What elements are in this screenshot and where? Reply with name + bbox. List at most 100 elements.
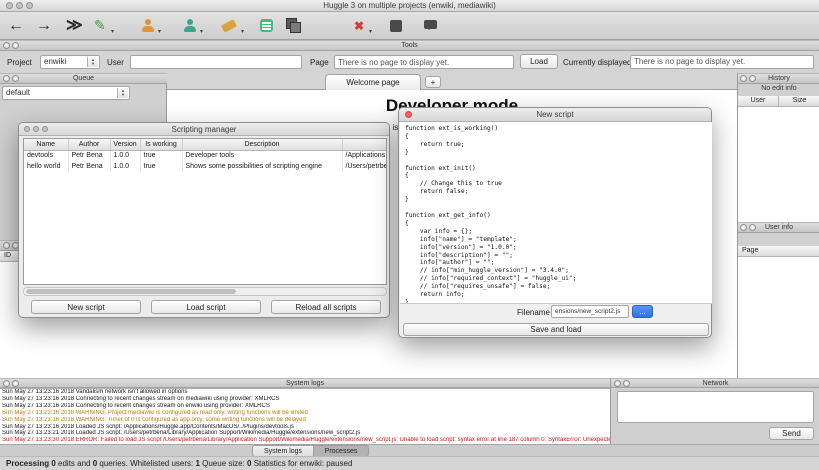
status-bar: Processing 0 edits and 0 queries. Whitel… xyxy=(0,456,819,470)
main-toolbar: ← → ≫ ✎ ▾ ▾ ▾ ▾ ✖ ▾ xyxy=(0,12,819,40)
table-row[interactable]: hello world Petr Bena 1.0.0 true Shows s… xyxy=(24,161,386,172)
close-window-icon[interactable] xyxy=(6,2,13,9)
user-info-panel-header: User info xyxy=(738,222,819,233)
column-header-path[interactable] xyxy=(342,139,386,151)
stepper-icon: ▲ ▼ xyxy=(87,57,98,67)
browse-file-button[interactable]: ... xyxy=(632,305,653,318)
welcome-dropdown-icon[interactable]: ▾ xyxy=(200,29,203,35)
network-header: Network xyxy=(611,378,819,388)
scripting-manager-titlebar[interactable]: Scripting manager xyxy=(19,123,389,136)
reload-all-scripts-button[interactable]: Reload all scripts xyxy=(271,300,381,314)
user-input[interactable] xyxy=(130,55,302,69)
queue-select[interactable]: default ▲ ▼ xyxy=(2,86,130,100)
user-info-page-column[interactable]: Page xyxy=(738,246,819,257)
history-user-column[interactable]: User xyxy=(738,96,779,107)
scrollbar-thumb[interactable] xyxy=(26,289,236,294)
log-entry: Sun May 27 13:23:16 2018 Vandalism netwo… xyxy=(2,389,188,395)
scripts-table[interactable]: Name Author Version Is working Descripti… xyxy=(23,138,387,285)
log-view[interactable]: Sun May 27 13:23:16 2018 Vandalism netwo… xyxy=(0,388,610,444)
forward-button[interactable]: → xyxy=(36,12,52,40)
new-tab-button[interactable]: + xyxy=(425,76,441,88)
minimize-window-icon[interactable] xyxy=(33,126,39,132)
load-button[interactable]: Load xyxy=(520,54,558,69)
skip-button[interactable]: ≫ xyxy=(66,12,83,40)
column-header-name[interactable]: Name xyxy=(24,139,69,151)
filename-label: Filename xyxy=(517,308,550,317)
huggle-window: Huggle 3 on multiple projects (enwiki, m… xyxy=(0,0,819,470)
minimize-window-icon[interactable] xyxy=(16,2,23,9)
project-select[interactable]: enwiki ▲ ▼ xyxy=(40,55,100,69)
float-panel-icon[interactable] xyxy=(12,75,19,82)
user-info-list[interactable] xyxy=(738,257,819,378)
cell-path: /Applications xyxy=(342,150,386,161)
delete-button[interactable]: ✖ xyxy=(354,12,364,40)
column-header-author[interactable]: Author xyxy=(68,139,111,151)
report-user-button[interactable] xyxy=(142,19,154,34)
report-dropdown-icon[interactable]: ▾ xyxy=(158,29,161,35)
cell-name: hello world xyxy=(24,161,69,172)
float-panel-icon[interactable] xyxy=(12,380,19,387)
column-header-description[interactable]: Description xyxy=(182,139,343,151)
network-panel: Network Send xyxy=(610,378,819,444)
close-panel-icon[interactable] xyxy=(3,380,10,387)
close-window-icon[interactable] xyxy=(405,111,412,118)
network-output[interactable] xyxy=(617,391,814,423)
duplicate-button[interactable] xyxy=(286,18,301,34)
scripting-manager-window[interactable]: Scripting manager Name Author Version Is… xyxy=(18,122,390,318)
column-header-is-working[interactable]: Is working xyxy=(140,139,183,151)
rollback-button[interactable] xyxy=(220,19,238,33)
close-panel-icon[interactable] xyxy=(3,75,10,82)
save-and-load-button[interactable]: Save and load xyxy=(403,323,709,336)
status-text: queries. Whitelisted users: xyxy=(97,459,196,468)
rollback-dropdown-icon[interactable]: ▾ xyxy=(241,29,244,35)
column-header-version[interactable]: Version xyxy=(110,139,141,151)
close-panel-icon[interactable] xyxy=(614,380,621,387)
page-input[interactable] xyxy=(334,55,514,69)
zoom-window-icon[interactable] xyxy=(26,2,33,9)
eraser-icon xyxy=(220,19,238,33)
cell-working: true xyxy=(140,161,183,172)
queue-panel-header: Queue xyxy=(0,73,167,84)
history-size-column[interactable]: Size xyxy=(779,96,819,107)
new-script-button[interactable]: New script xyxy=(31,300,141,314)
currently-displayed-field: There is no page to display yet. xyxy=(630,55,814,69)
report-user-icon xyxy=(142,19,154,32)
tab-welcome-page[interactable]: Welcome page xyxy=(325,74,421,90)
tools-panel-title: Tools xyxy=(401,42,418,49)
talk-page-button[interactable] xyxy=(424,20,437,31)
back-button[interactable]: ← xyxy=(8,12,24,40)
float-panel-icon[interactable] xyxy=(623,380,630,387)
close-window-icon[interactable] xyxy=(24,126,30,132)
close-panel-icon[interactable] xyxy=(3,42,10,49)
load-script-button[interactable]: Load script xyxy=(151,300,261,314)
float-panel-icon[interactable] xyxy=(12,42,19,49)
horizontal-scrollbar[interactable] xyxy=(23,287,387,296)
stop-button[interactable] xyxy=(390,20,402,34)
list-icon xyxy=(260,19,273,32)
script-code-editor[interactable]: function ext_is_working() { return true;… xyxy=(400,122,712,304)
close-panel-icon[interactable] xyxy=(3,242,10,249)
status-text: Statistics for enwiki: paused xyxy=(251,459,353,468)
log-entry: Sun May 27 13:23:16 2018 Connecting to r… xyxy=(2,402,270,409)
log-entry: Sun May 27 13:23:16 2018 Connecting to r… xyxy=(2,395,280,402)
close-panel-icon[interactable] xyxy=(740,75,747,82)
system-logs-header: System logs xyxy=(0,378,610,388)
welcome-user-button[interactable] xyxy=(184,19,196,34)
welcome-user-icon xyxy=(184,19,196,32)
edit-script-button[interactable]: ✎ xyxy=(94,18,106,32)
close-panel-icon[interactable] xyxy=(740,224,747,231)
edit-dropdown-icon[interactable]: ▾ xyxy=(111,29,114,35)
table-row[interactable]: devtools Petr Bena 1.0.0 true Developer … xyxy=(24,150,386,161)
feed-button[interactable] xyxy=(260,19,273,34)
history-empty-text: No edit info xyxy=(761,85,797,92)
float-panel-icon[interactable] xyxy=(749,75,756,82)
send-button[interactable]: Send xyxy=(769,427,814,440)
title-bar[interactable]: Huggle 3 on multiple projects (enwiki, m… xyxy=(0,0,819,12)
delete-dropdown-icon[interactable]: ▾ xyxy=(369,29,372,35)
filename-input[interactable] xyxy=(551,305,629,318)
history-list[interactable] xyxy=(738,107,819,222)
new-script-window[interactable]: New script function ext_is_working() { r… xyxy=(398,107,712,338)
float-panel-icon[interactable] xyxy=(749,224,756,231)
zoom-window-icon[interactable] xyxy=(42,126,48,132)
new-script-titlebar[interactable]: New script xyxy=(399,108,711,122)
